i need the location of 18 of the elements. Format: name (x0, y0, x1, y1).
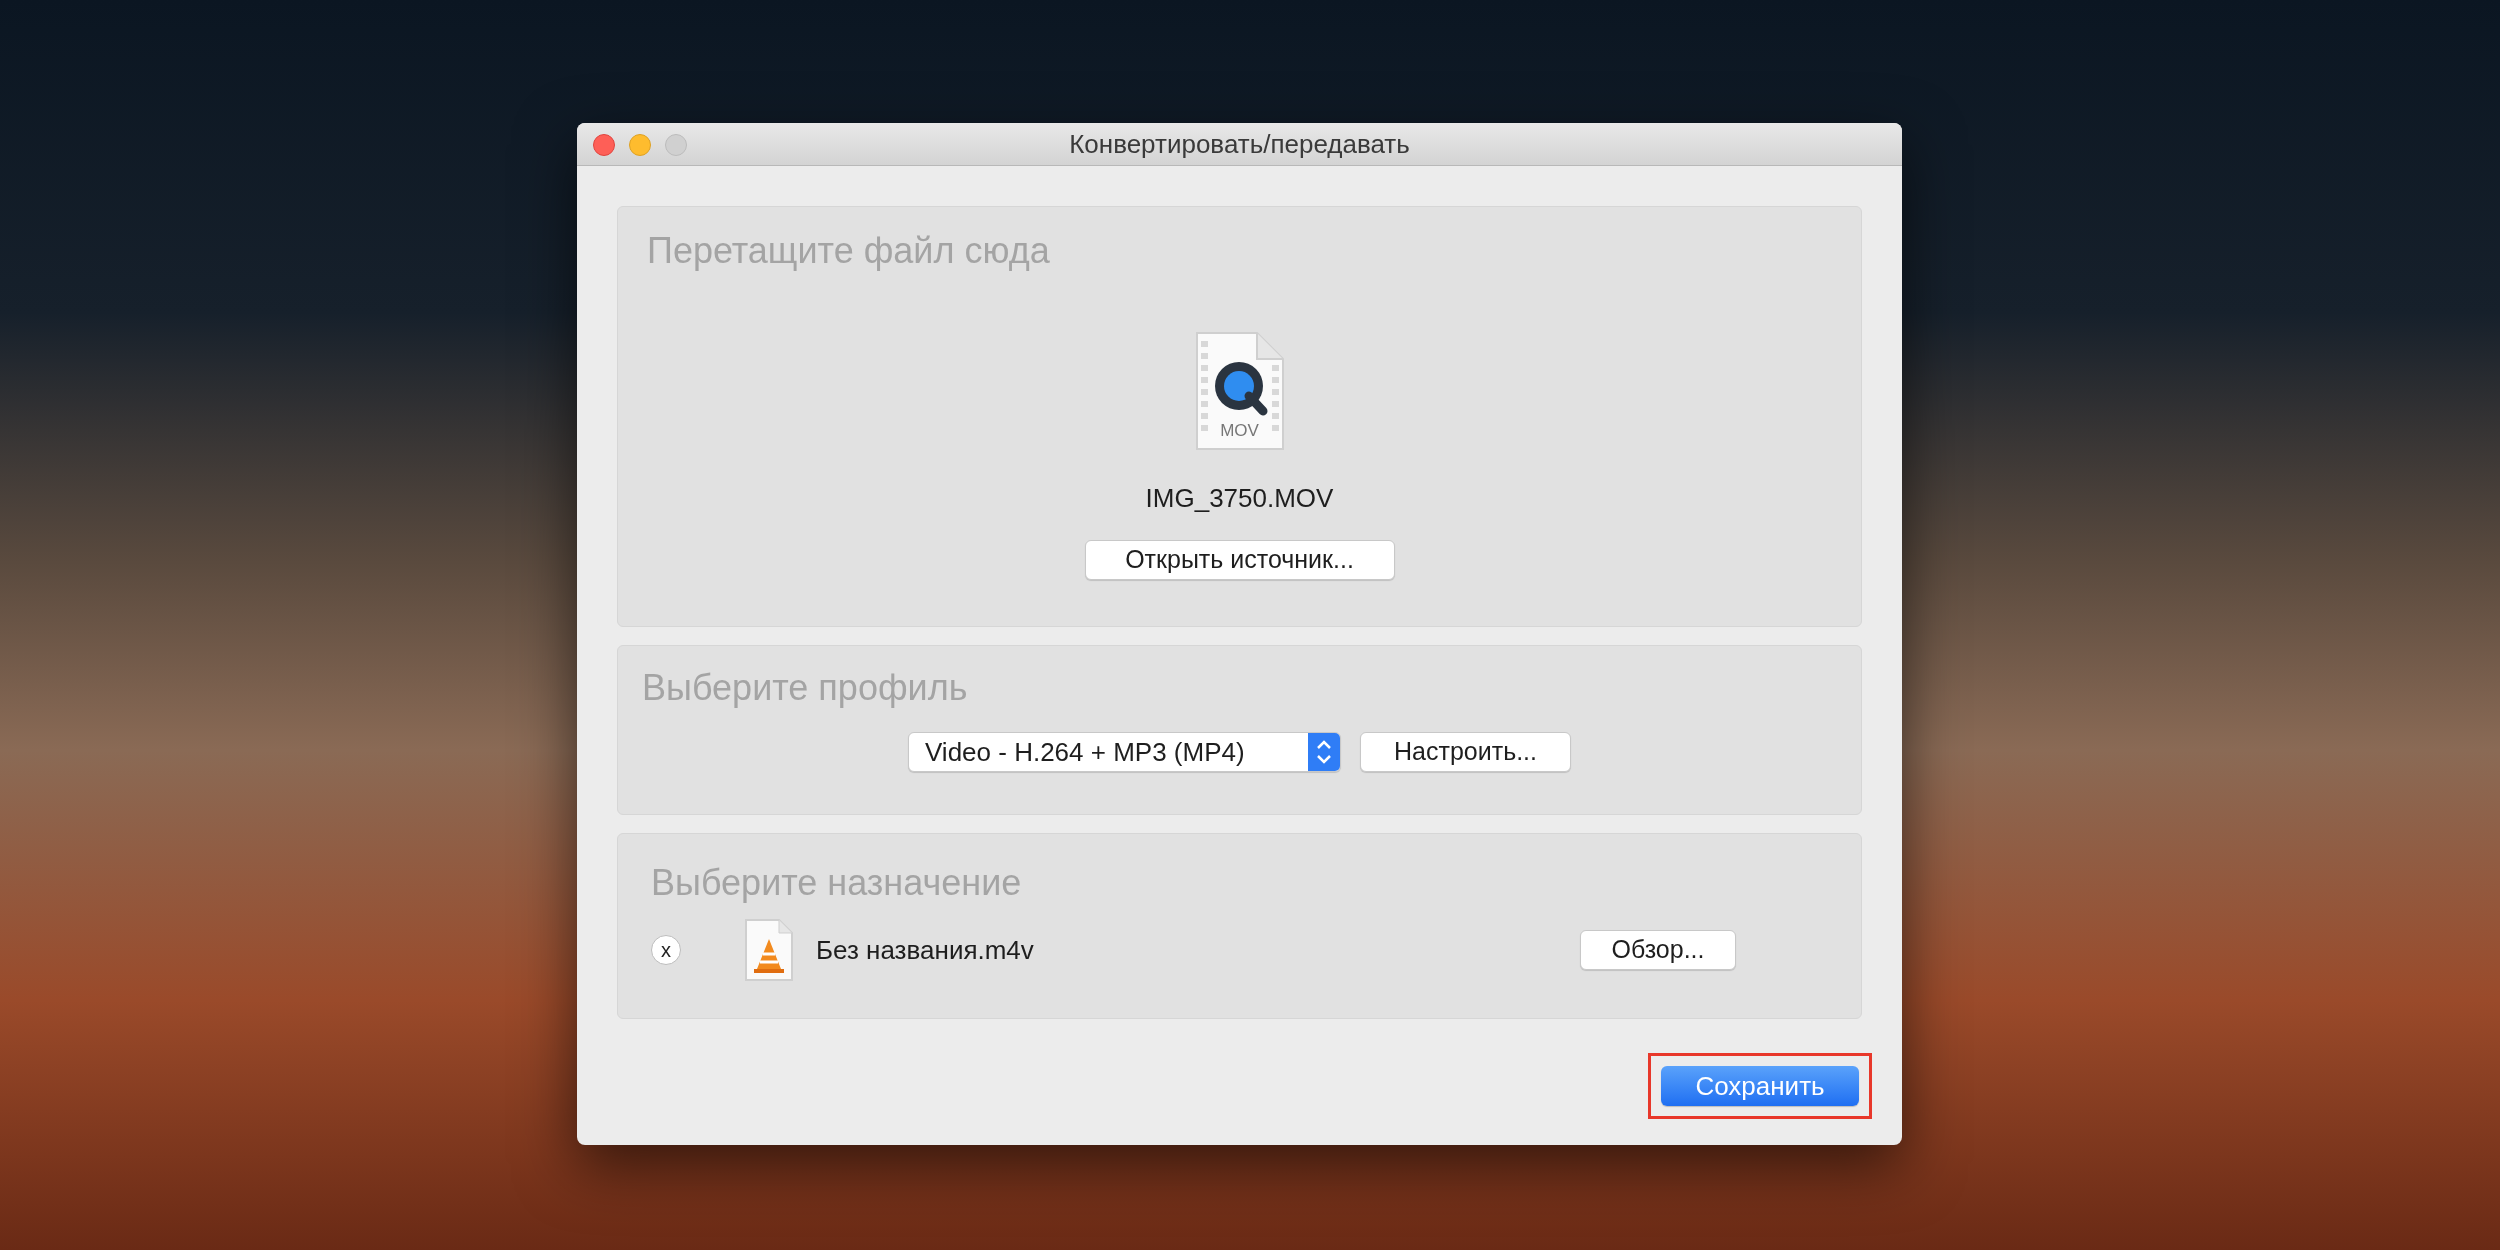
file-name: IMG_3750.MOV (1145, 482, 1334, 515)
mov-file-icon (1194, 331, 1285, 451)
section-heading: Перетащите файл сюда (647, 229, 1050, 273)
close-button[interactable] (593, 134, 615, 156)
open-source-button[interactable]: Открыть источник... (1084, 540, 1395, 580)
customize-button[interactable]: Настроить... (1360, 732, 1571, 772)
window-title: Конвертировать/передавать (1069, 127, 1410, 161)
profile-dropdown[interactable]: Video - H.264 + MP3 (MP4) (908, 732, 1341, 772)
save-button[interactable]: Сохранить (1661, 1066, 1859, 1106)
section-heading: Выберите назначение (651, 861, 1022, 905)
file-name: Без названия.m4v (816, 933, 1034, 967)
browse-button[interactable]: Обзор... (1580, 930, 1736, 970)
minimize-button[interactable] (629, 134, 651, 156)
vlc-file-icon (745, 919, 793, 981)
remove-button[interactable]: x (651, 935, 681, 965)
stepper-icon (1308, 733, 1340, 771)
file-type-label: MOV (1219, 419, 1260, 442)
section-heading: Выберите профиль (642, 666, 968, 710)
